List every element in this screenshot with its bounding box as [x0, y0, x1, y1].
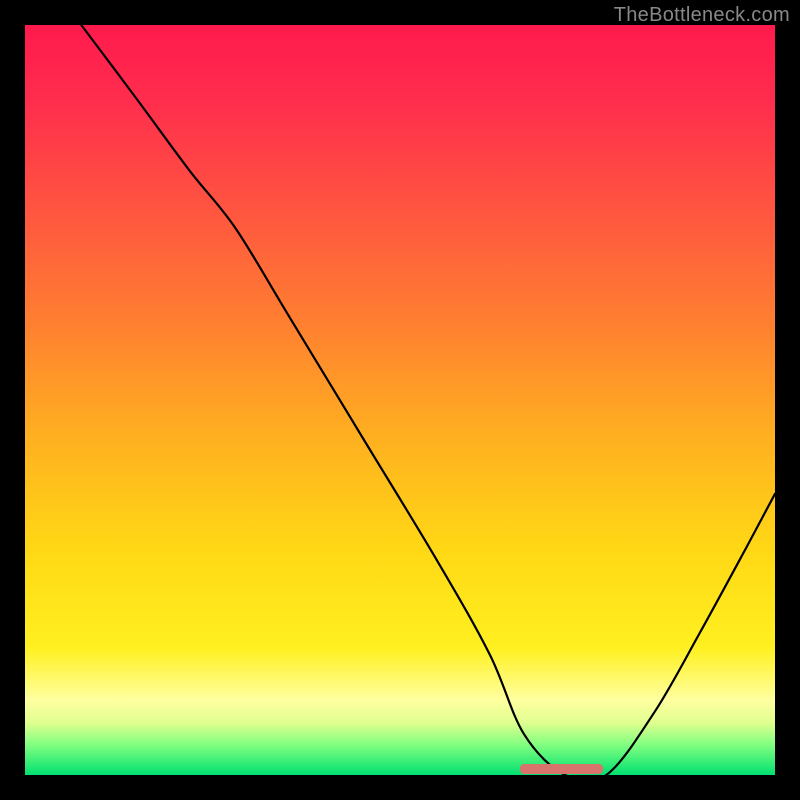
- curve-layer: [25, 25, 775, 775]
- watermark-text: TheBottleneck.com: [614, 4, 790, 27]
- optimal-range-marker: [520, 764, 603, 774]
- plot-area: [25, 25, 775, 775]
- bottleneck-curve: [81, 25, 775, 782]
- chart-stage: TheBottleneck.com: [0, 0, 800, 800]
